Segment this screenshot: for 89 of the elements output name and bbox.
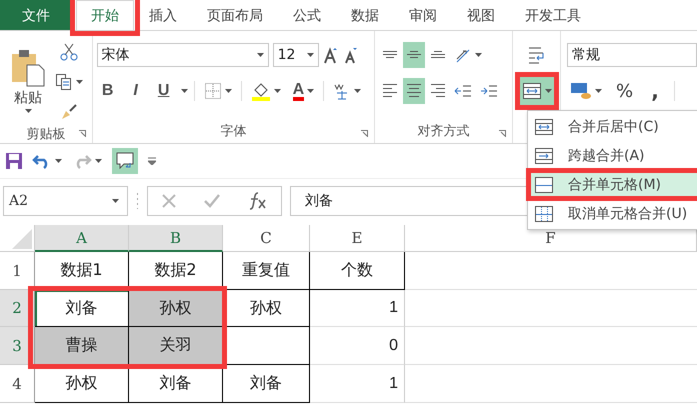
menu-label: 跨越合并(A) [568, 146, 645, 164]
table-cell: 关羽 [129, 327, 223, 365]
caret-icon [306, 53, 314, 57]
percent-button[interactable]: % [613, 78, 636, 104]
align-icon [406, 51, 422, 59]
column-header[interactable]: A [35, 225, 129, 252]
row-header[interactable]: 1 [0, 252, 35, 290]
launcher-icon[interactable] [360, 130, 368, 137]
ribbon-tab[interactable]: 视图 [452, 0, 510, 30]
group-label: 对齐方式 [418, 123, 470, 140]
underline-button[interactable]: U [152, 78, 175, 104]
file-tab[interactable]: 文件 [0, 0, 72, 30]
save-icon[interactable] [6, 153, 22, 169]
menu-item[interactable]: 取消单元格合并(U) [528, 199, 697, 228]
align-button[interactable] [402, 42, 425, 68]
table-cell: 刘备 [223, 365, 310, 403]
caret-icon [354, 89, 362, 93]
font-color-button[interactable]: A [290, 78, 318, 104]
menu-label: 合并后居中(C) [568, 118, 659, 136]
column-header[interactable]: B [129, 225, 223, 252]
align-icon [430, 84, 446, 98]
grip-icon [136, 192, 139, 210]
shrink-font-icon[interactable] [342, 46, 359, 64]
caret-icon [256, 53, 264, 57]
caret-icon [24, 109, 32, 113]
table-cell: 孙权 [129, 290, 223, 327]
column-header[interactable]: C [223, 225, 310, 252]
table-cell: 刘备 [35, 290, 129, 327]
align-button[interactable] [402, 78, 425, 104]
cells-icon [534, 176, 554, 194]
ribbon-tab[interactable]: 开发工具 [510, 0, 596, 30]
scissors-icon [60, 43, 78, 61]
launcher-icon[interactable] [499, 130, 506, 137]
align-icon [406, 84, 422, 98]
table-cell: 1 [310, 290, 405, 327]
caret-icon [595, 89, 602, 93]
cells-icon [522, 82, 542, 100]
caret-icon [224, 89, 232, 93]
group-label: 剪贴板 [26, 126, 66, 143]
font-name-dropdown[interactable]: 宋体 [96, 43, 269, 67]
ribbon-tab[interactable]: 插入 [134, 0, 192, 30]
cells-icon [534, 118, 554, 136]
menu-item[interactable]: 合并单元格(M) [528, 170, 697, 199]
bold-button[interactable]: B [96, 78, 119, 104]
table-cell: 1 [310, 365, 405, 403]
paint-bucket-icon [250, 81, 271, 101]
table-cell: 个数 [310, 252, 405, 290]
column-header[interactable]: E [310, 225, 405, 252]
italic-button[interactable]: I [124, 78, 147, 104]
borders-icon [204, 82, 222, 100]
customize-icon[interactable] [148, 157, 156, 165]
caret-icon [180, 89, 188, 93]
caret-icon [307, 89, 314, 93]
paste-button[interactable]: 粘贴 [4, 37, 52, 125]
align-icon [430, 51, 446, 59]
comment-button[interactable] [112, 148, 138, 174]
grow-font-icon[interactable] [322, 46, 339, 64]
cells-icon [534, 146, 554, 164]
number-format-dropdown[interactable]: 常规 [567, 43, 697, 67]
clipboard-icon [10, 49, 46, 87]
ribbon-tab[interactable]: 数据 [336, 0, 394, 30]
cells-icon [534, 204, 554, 222]
launcher-icon[interactable] [78, 130, 86, 137]
font-size-dropdown[interactable]: 12 [272, 43, 319, 67]
merge-cells-button[interactable] [518, 76, 555, 106]
ribbon-tab[interactable]: 审阅 [394, 0, 452, 30]
indent-icon [480, 84, 498, 98]
table-cell: 0 [310, 327, 405, 365]
caret-icon [76, 80, 83, 84]
speech-bubble-icon [115, 151, 135, 171]
caret-icon [474, 53, 482, 57]
function-icon[interactable] [248, 192, 268, 210]
check-icon[interactable] [203, 193, 222, 209]
brush-icon [60, 103, 78, 121]
caret-icon [95, 159, 102, 163]
name-box[interactable]: A2 [3, 186, 128, 216]
ribbon-tab[interactable]: 公式 [278, 0, 336, 30]
caret-icon [274, 89, 281, 93]
align-icon [382, 84, 398, 98]
copy-icon [55, 73, 73, 91]
caret-icon [544, 89, 552, 93]
comma-button[interactable]: , [644, 78, 666, 104]
indent-icon [454, 84, 472, 98]
ribbon-tab[interactable]: 页面布局 [192, 0, 278, 30]
caret-icon [55, 159, 62, 163]
caret-icon [112, 199, 119, 203]
group-label: 字体 [220, 123, 246, 140]
align-icon [382, 51, 398, 59]
table-cell: 曹操 [35, 327, 129, 365]
